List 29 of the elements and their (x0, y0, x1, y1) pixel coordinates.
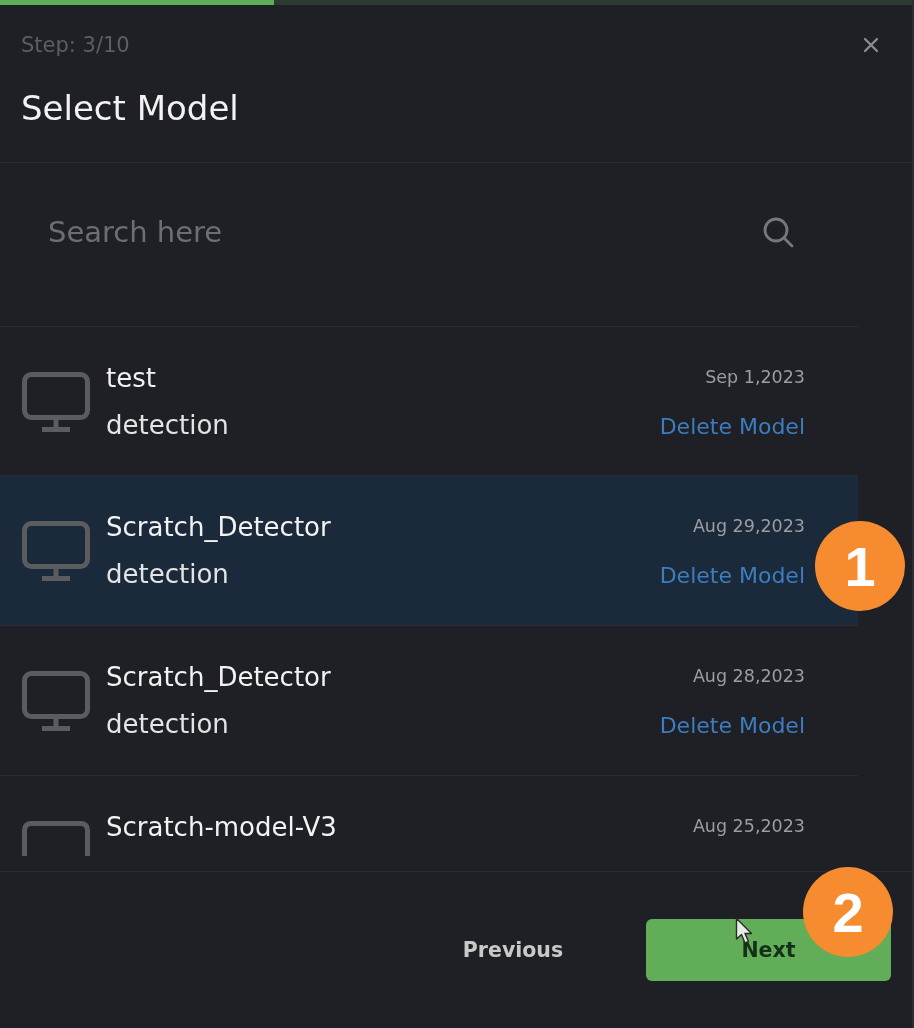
step-callout-badge: 2 (803, 867, 893, 957)
step-counter: Step: 3/10 (21, 32, 130, 59)
dialog-title: Select Model (21, 87, 239, 130)
monitor-icon (22, 671, 90, 731)
monitor-icon (22, 372, 90, 432)
model-type: detection (106, 558, 229, 591)
close-icon (863, 37, 879, 53)
search-field[interactable]: Search here (30, 197, 742, 267)
model-type: detection (106, 708, 229, 741)
model-date: Aug 29,2023 (692, 515, 805, 538)
close-button[interactable] (863, 37, 879, 53)
monitor-icon (22, 821, 90, 856)
delete-model-link[interactable]: Delete Model (659, 402, 805, 452)
model-date: Aug 28,2023 (692, 665, 805, 688)
step-callout-badge: 1 (815, 521, 905, 611)
model-row[interactable]: test detection Sep 1,2023 Delete Model (0, 326, 858, 476)
model-type: detection (106, 409, 229, 442)
model-name: Scratch_Detector (106, 511, 331, 544)
model-name: Scratch-model-V3 (106, 811, 337, 844)
model-date: Aug 25,2023 (692, 815, 805, 838)
model-row[interactable]: Scratch_Detector detection Aug 28,2023 Delete Model (0, 626, 858, 776)
model-row[interactable]: Scratch-model-V3 Aug 25,2023 (0, 776, 858, 856)
model-name: Scratch_Detector (106, 661, 331, 694)
model-date: Sep 1,2023 (705, 366, 805, 389)
model-name: test (106, 362, 156, 395)
delete-model-link[interactable]: Delete Model (659, 701, 805, 751)
previous-button[interactable]: Previous (438, 919, 588, 981)
monitor-icon (22, 521, 90, 581)
search-icon[interactable] (762, 216, 794, 248)
